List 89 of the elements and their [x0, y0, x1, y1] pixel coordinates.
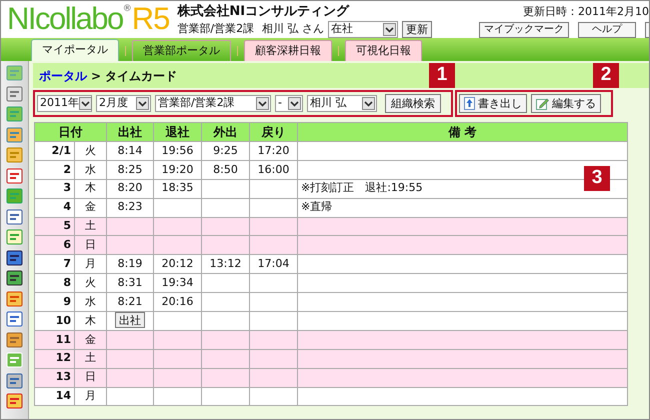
company-name: 株式会社NIコンサルティング: [177, 4, 350, 20]
weekday-cell: 土: [74, 349, 106, 368]
date-cell: 11: [34, 330, 74, 350]
select-field[interactable]: -: [275, 95, 303, 112]
clock-out-cell: [154, 330, 202, 350]
edit-button[interactable]: 編集する: [531, 94, 601, 113]
date-cell: 10: [34, 312, 74, 330]
out-cell: [202, 198, 250, 218]
out-cell: 8:50: [202, 160, 250, 180]
out-cell: [202, 387, 250, 406]
select-field[interactable]: 2011年: [37, 95, 92, 112]
clock-in-cell: [106, 387, 154, 406]
date-cell: 2: [34, 160, 74, 180]
update-time: 更新日時：2011年2月10: [523, 5, 649, 19]
clock-in-cell: 8:23: [106, 198, 154, 218]
date-cell: 4: [34, 198, 74, 218]
tab[interactable]: マイポータル: [31, 39, 119, 61]
out-cell: [202, 179, 250, 198]
weekday-cell: 木: [74, 312, 106, 330]
clock-in-button[interactable]: 出社: [115, 312, 145, 328]
breadcrumb-link[interactable]: ポータル: [39, 66, 87, 84]
weekday-cell: 月: [74, 387, 106, 406]
weekday-cell: 日: [74, 368, 106, 388]
clock-in-cell: [106, 368, 154, 388]
date-cell: 3: [34, 179, 74, 198]
date-cell: 2/1: [34, 142, 74, 160]
return-cell: [250, 349, 298, 368]
refresh-button[interactable]: 更新: [402, 21, 432, 38]
return-cell: [250, 387, 298, 406]
export-button[interactable]: 書き出し: [459, 94, 527, 113]
clock-out-cell: 19:56: [154, 142, 202, 160]
page-title: タイムカード: [105, 68, 178, 84]
header-button[interactable]: [645, 22, 649, 38]
header-button[interactable]: ヘルプ: [578, 22, 636, 38]
select-field[interactable]: 在社: [328, 21, 398, 38]
clock-out-cell: [154, 368, 202, 388]
clock-in-cell: [106, 349, 154, 368]
org-search-button[interactable]: 組織検索: [385, 94, 441, 113]
caret-icon: [136, 97, 149, 110]
return-cell: [250, 198, 298, 218]
date-cell: 13: [34, 368, 74, 388]
select-field[interactable]: 相川 弘: [307, 95, 377, 112]
tab[interactable]: 可視化日報: [345, 40, 422, 61]
clock-out-cell: [154, 349, 202, 368]
clock-in-cell: 8:14: [106, 142, 154, 160]
caret-icon: [79, 97, 92, 110]
weekday-cell: 火: [74, 142, 106, 160]
caret-icon: [383, 23, 396, 36]
weekday-cell: 水: [74, 160, 106, 180]
clock-out-cell: [154, 387, 202, 406]
return-cell: 17:20: [250, 142, 298, 160]
clock-out-cell: [154, 198, 202, 218]
return-cell: [250, 312, 298, 330]
clock-in-cell: 8:25: [106, 160, 154, 180]
select-field[interactable]: 2月度: [96, 95, 151, 112]
header-button[interactable]: マイブックマーク: [479, 22, 569, 38]
date-cell: 14: [34, 387, 74, 406]
note-cell: ※直帰: [298, 198, 628, 218]
weekday-cell: 金: [74, 198, 106, 218]
out-cell: [202, 349, 250, 368]
date-cell: 12: [34, 349, 74, 368]
caret-icon: [288, 97, 301, 110]
column-header: 日付: [34, 122, 106, 142]
breadcrumb-separator: >: [91, 68, 102, 84]
select-field[interactable]: 営業部/営業2課: [155, 95, 271, 112]
user-name: 相川 弘 さん: [262, 21, 324, 38]
caret-icon: [362, 97, 375, 110]
out-cell: [202, 330, 250, 350]
out-cell: [202, 312, 250, 330]
clock-out-cell: 19:20: [154, 160, 202, 180]
return-cell: [250, 179, 298, 198]
upload-icon: [464, 97, 475, 110]
return-cell: [250, 368, 298, 388]
weekday-cell: 木: [74, 179, 106, 198]
tab[interactable]: 顧客深耕日報: [244, 40, 332, 61]
clock-in-cell: 8:20: [106, 179, 154, 198]
caret-icon: [256, 97, 269, 110]
callout-badge: 1: [429, 63, 455, 88]
user-department: 営業部/営業2課: [177, 21, 254, 38]
column-header: 備 考: [298, 122, 628, 142]
out-cell: [202, 368, 250, 388]
return-cell: 16:00: [250, 160, 298, 180]
clock-out-cell: 18:35: [154, 179, 202, 198]
pencil-icon: [536, 97, 549, 110]
return-cell: [250, 330, 298, 350]
weekday-cell: 金: [74, 330, 106, 350]
logo: NIcollabo®R5: [6, 1, 170, 38]
callout-badge: 2: [593, 63, 619, 88]
out-cell: 9:25: [202, 142, 250, 160]
